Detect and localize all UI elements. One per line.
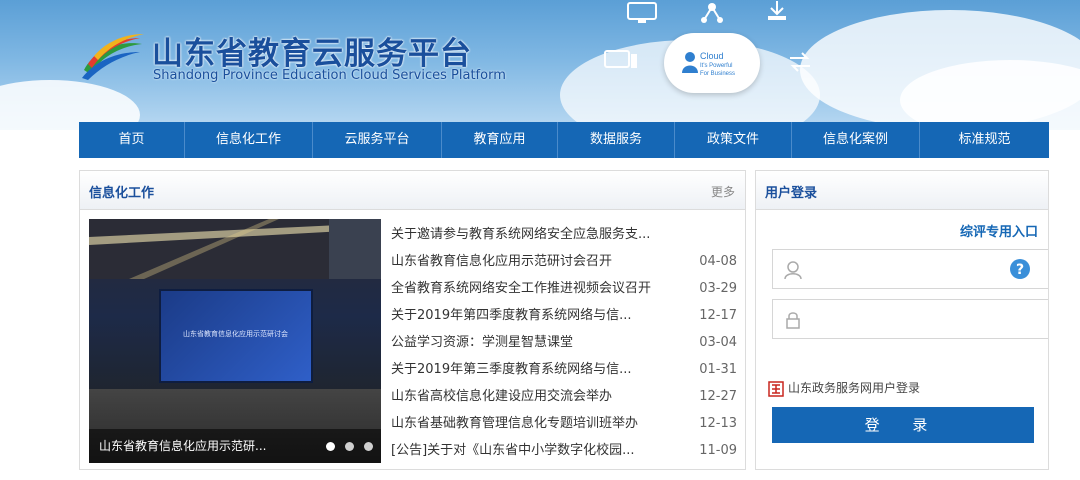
news-title[interactable]: 关于2019年第四季度教育系统网络与信...: [391, 302, 631, 329]
password-input[interactable]: [813, 306, 997, 334]
news-date: 01-31: [699, 362, 737, 377]
cloud-badge: Cloud It's Powerful For Business: [664, 33, 760, 93]
username-input[interactable]: [813, 256, 997, 284]
badge-line-3: For Business: [700, 71, 736, 77]
slide-image: [89, 219, 381, 279]
login-panel-header: 用户登录: [756, 171, 1048, 210]
news-title[interactable]: 山东省高校信息化建设应用交流会举办: [391, 383, 612, 410]
login-panel: 用户登录 综评专用入口 ? 山东政务服务网用户登录 码 登 录: [755, 170, 1049, 470]
lock-icon: [786, 312, 800, 329]
more-link[interactable]: 更多: [711, 183, 735, 200]
news-date: 03-04: [699, 335, 737, 350]
news-panel: 信息化工作 更多 山东省教育信息化应用示范研讨会 山东省教育信息化应用示范研..…: [79, 170, 746, 470]
slide-dots: [326, 442, 373, 451]
news-date: 04-08: [699, 254, 737, 269]
news-slideshow[interactable]: 山东省教育信息化应用示范研讨会 山东省教育信息化应用示范研...: [89, 219, 381, 463]
news-title[interactable]: [公告]关于对《山东省中小学数字化校园...: [391, 437, 635, 464]
nav-item-standards[interactable]: 标准规范: [920, 122, 1049, 158]
news-title[interactable]: 关于2019年第三季度教育系统网络与信...: [391, 356, 631, 383]
badge-line-2: It's Powerful: [700, 63, 733, 69]
network-icon: [701, 3, 723, 23]
nav-item-education-apps[interactable]: 教育应用: [442, 122, 558, 158]
badge-line-1: Cloud: [700, 51, 724, 61]
svg-text:?: ?: [1016, 262, 1024, 278]
nav-item-informatization[interactable]: 信息化工作: [185, 122, 313, 158]
user-icon: [784, 261, 802, 280]
transfer-icon: [790, 52, 810, 72]
help-icon[interactable]: ?: [1009, 258, 1031, 280]
news-item[interactable]: 山东省高校信息化建设应用交流会举办 12-27: [391, 383, 737, 410]
news-title[interactable]: 关于邀请参与教育系统网络安全应急服务支...: [391, 221, 650, 248]
user-icon: [682, 52, 698, 73]
site-subtitle: Shandong Province Education Cloud Servic…: [153, 68, 506, 83]
news-date: 12-13: [699, 416, 737, 431]
login-panel-title: 用户登录: [765, 186, 818, 201]
news-item[interactable]: 关于邀请参与教育系统网络安全应急服务支...: [391, 221, 737, 248]
username-field[interactable]: ?: [772, 249, 1048, 289]
news-item[interactable]: [公告]关于对《山东省中小学数字化校园... 11-09: [391, 437, 737, 464]
main-nav: 首页 信息化工作 云服务平台 教育应用 数据服务 政策文件 信息化案例 标准规范: [79, 122, 1049, 158]
gov-login-label: 山东政务服务网用户登录: [788, 381, 921, 395]
gov-seal-icon: [768, 380, 784, 397]
login-button[interactable]: 登 录: [772, 407, 1034, 443]
nav-item-policy-docs[interactable]: 政策文件: [675, 122, 792, 158]
news-item[interactable]: 全省教育系统网络安全工作推进视频会议召开 03-29: [391, 275, 737, 302]
news-list: 关于邀请参与教育系统网络安全应急服务支... 山东省教育信息化应用示范研讨会召开…: [391, 221, 737, 464]
news-title[interactable]: 全省教育系统网络安全工作推进视频会议召开: [391, 275, 651, 302]
download-icon: [768, 1, 786, 20]
special-entry-link[interactable]: 综评专用入口: [960, 221, 1038, 240]
news-item[interactable]: 公益学习资源：学测星智慧课堂 03-04: [391, 329, 737, 356]
password-field[interactable]: [772, 299, 1048, 339]
gov-service-login-link[interactable]: 山东政务服务网用户登录: [768, 379, 920, 397]
news-item[interactable]: 山东省教育信息化应用示范研讨会召开 04-08: [391, 248, 737, 275]
nav-item-cloud-platform[interactable]: 云服务平台: [313, 122, 442, 158]
news-title[interactable]: 公益学习资源：学测星智慧课堂: [391, 329, 573, 356]
monitor-icon: [627, 2, 657, 23]
slide-dot[interactable]: [364, 442, 373, 451]
news-title[interactable]: 山东省教育信息化应用示范研讨会召开: [391, 248, 612, 275]
news-item[interactable]: 关于2019年第三季度教育系统网络与信... 01-31: [391, 356, 737, 383]
site-header: 山东省教育云服务平台 Shandong Province Education C…: [0, 0, 1080, 130]
slide-stage-screen: 山东省教育信息化应用示范研讨会: [159, 289, 313, 383]
slide-dot[interactable]: [326, 442, 335, 451]
news-date: 11-09: [699, 443, 737, 458]
news-panel-header: 信息化工作 更多: [80, 171, 745, 210]
site-title: 山东省教育云服务平台: [152, 36, 472, 72]
platform-logo-icon: [82, 34, 144, 80]
news-date: 12-17: [699, 308, 737, 323]
desktop-icon: [604, 50, 637, 68]
slide-dot[interactable]: [345, 442, 354, 451]
nav-item-cases[interactable]: 信息化案例: [792, 122, 920, 158]
news-title[interactable]: 山东省基础教育管理信息化专题培训班举办: [391, 410, 638, 437]
news-panel-title: 信息化工作: [89, 186, 155, 201]
news-date: 03-29: [699, 281, 737, 296]
nav-item-home[interactable]: 首页: [79, 122, 185, 158]
news-item[interactable]: 山东省基础教育管理信息化专题培训班举办 12-13: [391, 410, 737, 437]
nav-item-data-services[interactable]: 数据服务: [558, 122, 675, 158]
news-date: 12-27: [699, 389, 737, 404]
news-item[interactable]: 关于2019年第四季度教育系统网络与信... 12-17: [391, 302, 737, 329]
